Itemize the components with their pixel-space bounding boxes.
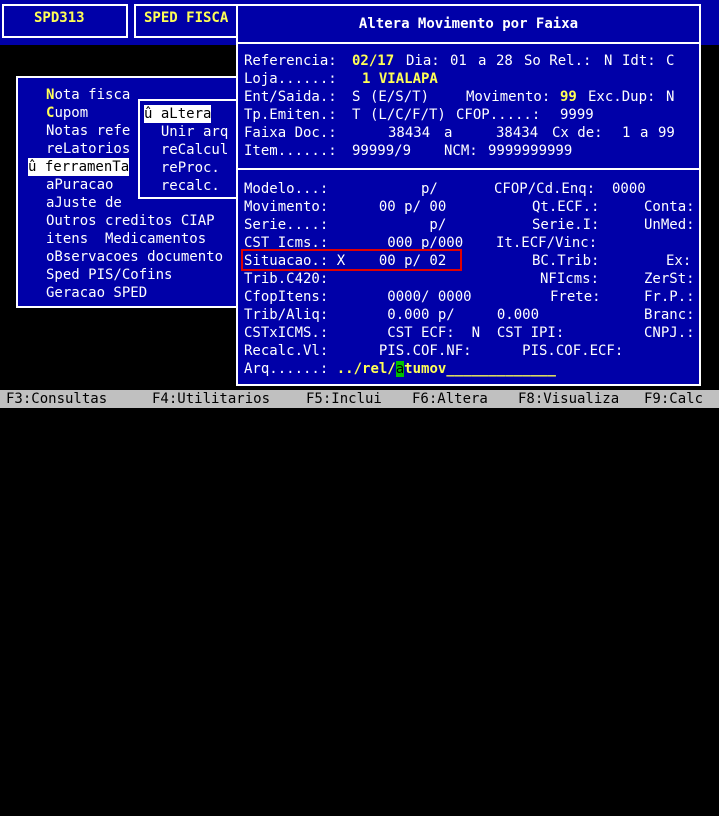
movimento-range-row[interactable]: Movimento: 00 p/ 00: [244, 198, 446, 216]
arq-row[interactable]: Arq......: ../rel/atumov_____________: [244, 360, 556, 378]
submenu-item-altera[interactable]: û aLtera: [144, 105, 212, 123]
mov-field[interactable]: 99: [560, 88, 577, 106]
dia-from-field[interactable]: 01: [450, 52, 467, 70]
menu-item-nota-fiscal[interactable]: Nota fisca: [46, 86, 130, 104]
loja-label: Loja......:: [244, 71, 337, 87]
cfop-label: CFOP.....:: [456, 107, 541, 123]
exc-field[interactable]: N: [666, 88, 674, 106]
faixa-from-field[interactable]: 38434: [388, 124, 430, 142]
tp-label: Tp.Emiten.:: [244, 107, 337, 123]
cx-to-field[interactable]: 99: [658, 124, 675, 142]
menu-item-ferramenta[interactable]: û ferramenTa: [28, 158, 130, 176]
ref-field[interactable]: 02/17: [352, 52, 394, 70]
function-key-bar: F3:Consultas F4:Utilitarios F5:Inclui F6…: [0, 390, 719, 408]
system-name: SPED FISCA: [144, 10, 229, 26]
text-cursor: a: [395, 361, 405, 377]
seriei-label: Serie.I:: [532, 217, 600, 233]
recalc-row[interactable]: Recalc.Vl: PIS.COF.NF: PIS.COF.ECF:: [244, 342, 623, 360]
cfop-field[interactable]: 9999: [560, 106, 594, 124]
menu-item-ajuste[interactable]: aJuste de: [46, 194, 122, 212]
submenu-item-recalcul[interactable]: reCalcul: [144, 141, 228, 159]
qtecf-label: Qt.ECF.:: [532, 199, 600, 215]
ent-field[interactable]: S: [352, 88, 360, 106]
branc-label: Branc:: [644, 307, 695, 323]
ex-label: Ex:: [666, 253, 692, 269]
menu-item-medicamentos[interactable]: itens Medicamentos: [46, 230, 206, 248]
ent-hint: (E/S/T): [370, 89, 430, 105]
faixa-to-field[interactable]: 38434: [496, 124, 538, 142]
f5-inclui-key[interactable]: F5:Inclui: [306, 390, 382, 408]
submenu-item-reproc[interactable]: reProc.: [144, 159, 220, 177]
f6-altera-key[interactable]: F6:Altera: [412, 390, 488, 408]
ref-label: Referencia:: [244, 53, 337, 69]
dia-a: a: [478, 53, 487, 69]
menu-item-ciap[interactable]: Outros creditos CIAP: [46, 212, 215, 230]
mov-label: Movimento:: [466, 89, 551, 105]
submenu-item-unir[interactable]: Unir arq: [144, 123, 228, 141]
divider: [238, 42, 699, 44]
dialog-title: Altera Movimento por Faixa: [358, 16, 579, 32]
sorel-label: So Rel.:: [524, 53, 592, 69]
menu-item-relatorios[interactable]: reLatorios: [46, 140, 130, 158]
ncm-label: NCM:: [444, 143, 478, 159]
dia-to-field[interactable]: 28: [496, 52, 513, 70]
nficms-label: NFIcms:: [540, 271, 600, 287]
menu-item-cupom[interactable]: Cupom: [46, 104, 88, 122]
divider: [238, 168, 699, 170]
cx-from-field[interactable]: 1: [622, 124, 630, 142]
tools-submenu: û aLtera Unir arq reCalcul reProc. recal…: [138, 99, 246, 199]
tp-field[interactable]: T: [352, 106, 360, 124]
tribc420-label: Trib.C420:: [244, 271, 329, 287]
frp-label: Fr.P.:: [644, 289, 695, 305]
serie-row[interactable]: Serie....: p/: [244, 216, 446, 234]
cfopitens-row[interactable]: CfopItens: 0000/ 0000: [244, 288, 472, 306]
idt-field[interactable]: C: [666, 52, 674, 70]
cx-label: Cx de:: [552, 125, 603, 141]
altera-movimento-dialog: Altera Movimento por Faixa Referencia: 0…: [236, 4, 701, 386]
f4-utilitarios-key[interactable]: F4:Utilitarios: [152, 390, 270, 408]
menu-item-geracao-sped[interactable]: Geracao SPED: [46, 284, 147, 302]
program-code: SPD313: [34, 10, 85, 26]
cfopcd-field[interactable]: 0000: [612, 180, 646, 198]
dia-label: Dia:: [406, 53, 440, 69]
cstxicms-row[interactable]: CSTxICMS.: CST ECF: N CST IPI:: [244, 324, 564, 342]
faixa-a: a: [444, 125, 453, 141]
cnpj-label: CNPJ.:: [644, 325, 695, 341]
f8-visualiza-key[interactable]: F8:Visualiza: [518, 390, 619, 408]
item-field[interactable]: 99999/9: [352, 142, 411, 160]
f3-consultas-key[interactable]: F3:Consultas: [6, 390, 107, 408]
zerst-label: ZerSt:: [644, 271, 695, 287]
menu-item-notas-ref[interactable]: Notas refe: [46, 122, 130, 140]
conta-label: Conta:: [644, 199, 695, 215]
tp-hint: (L/C/F/T): [370, 107, 446, 123]
frete-label: Frete:: [550, 289, 601, 305]
modelo-row[interactable]: Modelo...: p/: [244, 180, 438, 198]
menu-item-observacoes[interactable]: oBservacoes documento: [46, 248, 223, 266]
submenu-item-recalc[interactable]: recalc.: [144, 177, 220, 195]
menu-item-apuracao[interactable]: aPuracao: [46, 176, 113, 194]
faixa-label: Faixa Doc.:: [244, 125, 337, 141]
cfopcd-label: CFOP/Cd.Enq:: [494, 181, 596, 197]
bctrib-label: BC.Trib:: [532, 253, 600, 269]
item-label: Item......:: [244, 143, 337, 159]
menu-item-sped-pis[interactable]: Sped PIS/Cofins: [46, 266, 172, 284]
cx-a: a: [640, 125, 649, 141]
loja-field[interactable]: 1 VIALAPA: [362, 70, 438, 88]
f9-calc-key[interactable]: F9:Calc: [644, 390, 703, 408]
unmed-label: UnMed:: [644, 217, 695, 233]
idt-label: Idt:: [622, 53, 656, 69]
situacao-highlight: [241, 249, 462, 271]
sorel-field[interactable]: N: [604, 52, 612, 70]
tribaliq-row[interactable]: Trib/Aliq: 0.000 p/ 0.000: [244, 306, 539, 324]
ncm-field[interactable]: 9999999999: [488, 142, 572, 160]
ent-label: Ent/Saida.:: [244, 89, 337, 105]
itecf-label: It.ECF/Vinc:: [496, 235, 598, 251]
exc-label: Exc.Dup:: [588, 89, 656, 105]
